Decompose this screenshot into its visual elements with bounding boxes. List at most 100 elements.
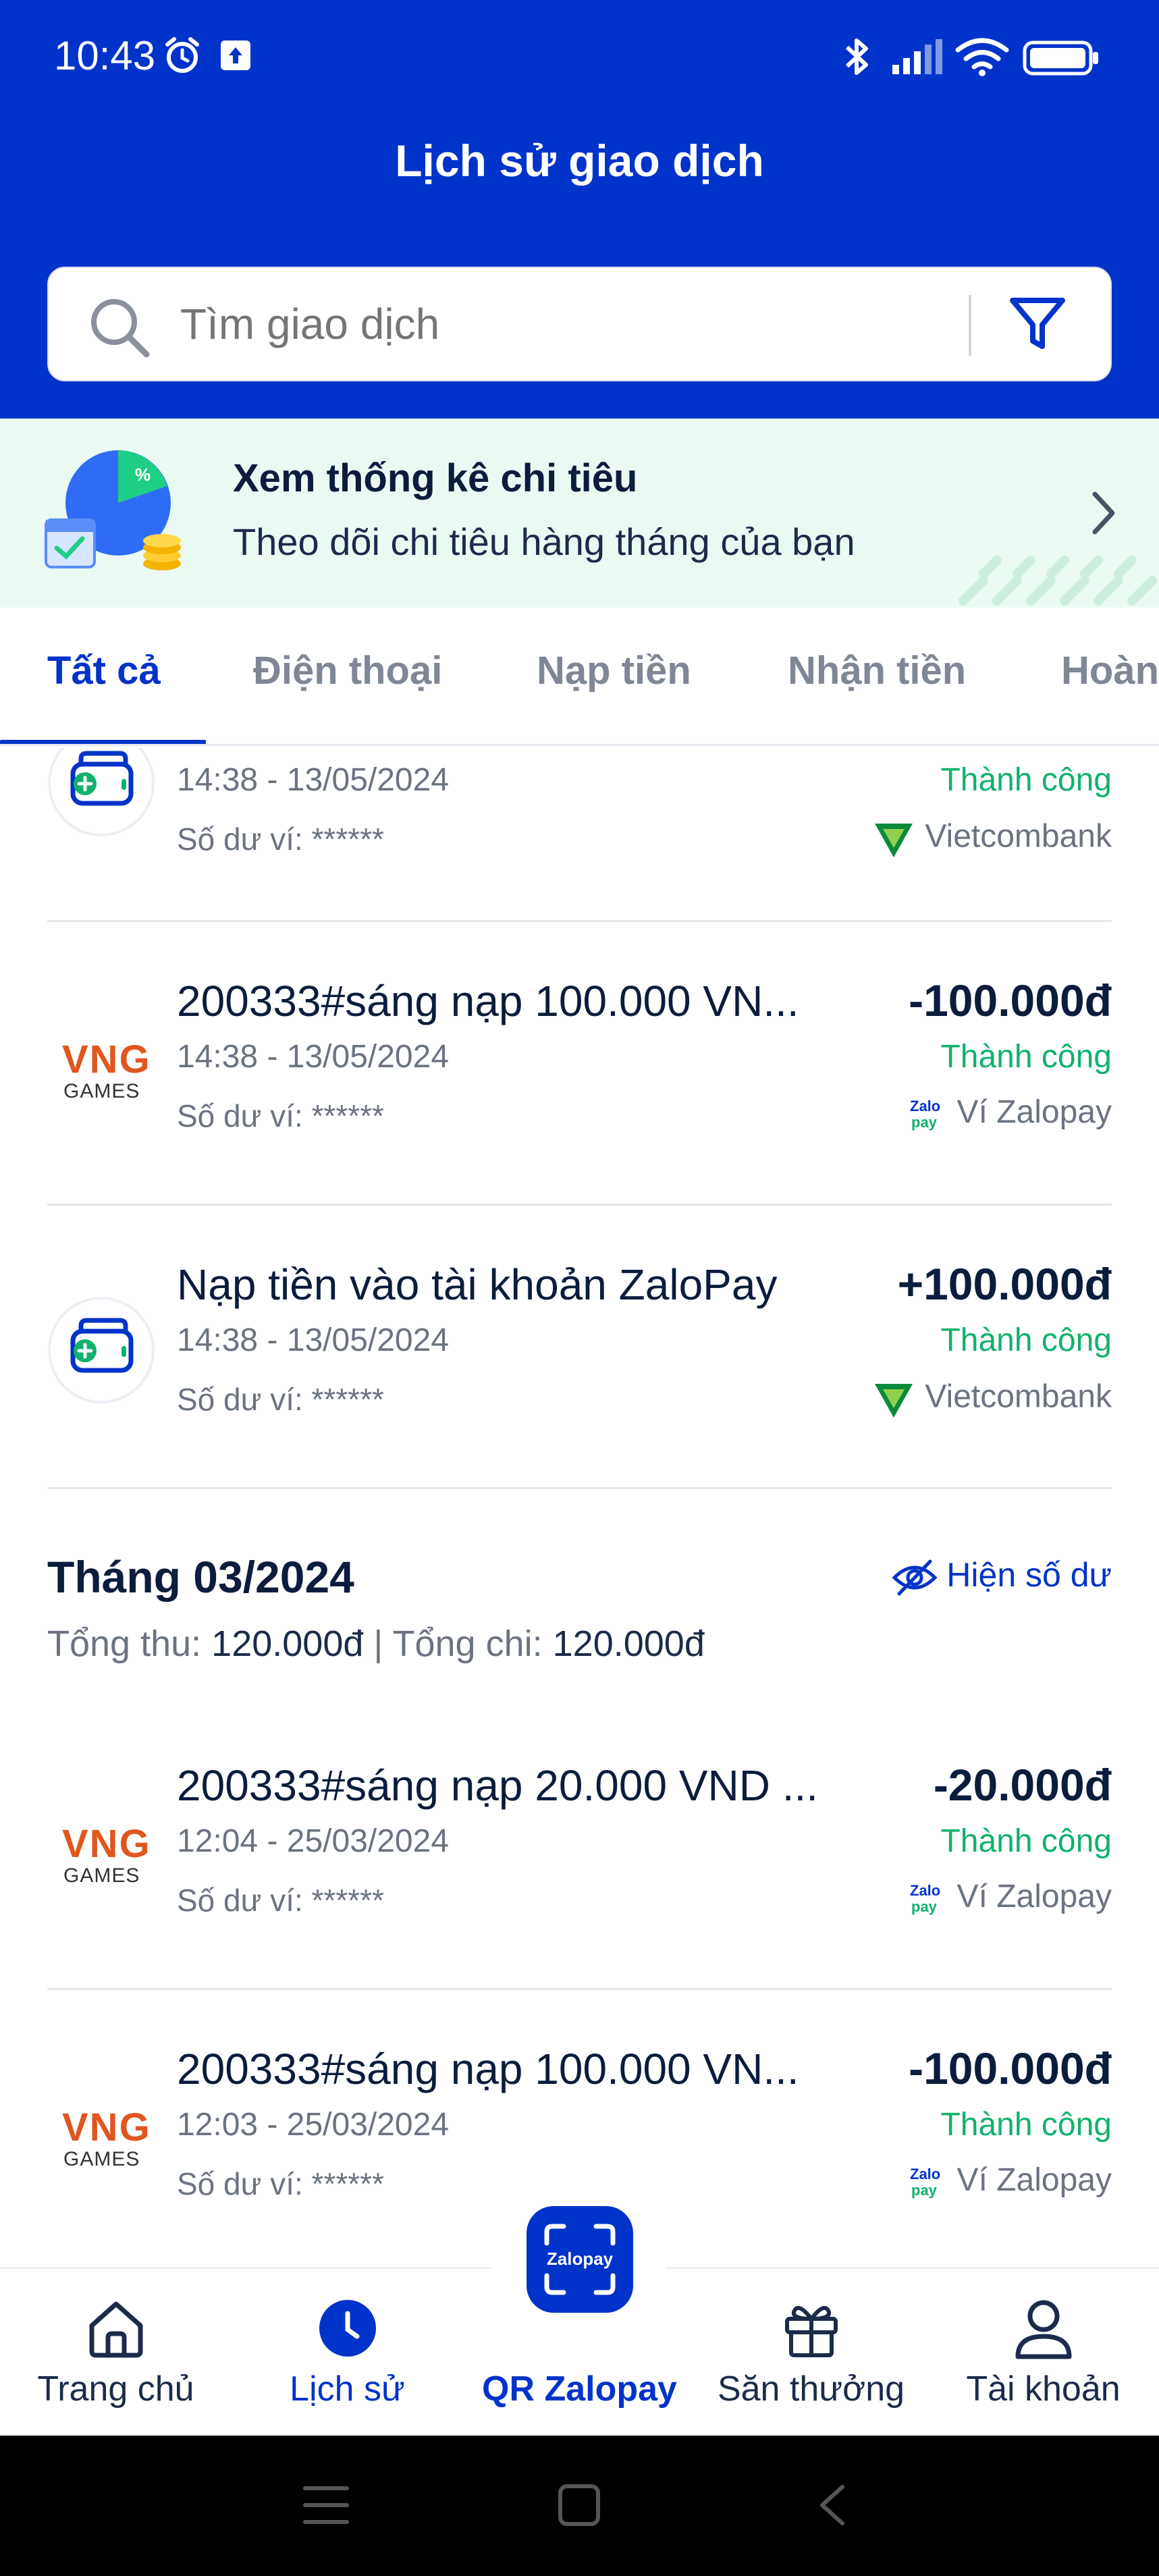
row-divider <box>47 920 1112 922</box>
menu-icon[interactable] <box>302 2483 350 2527</box>
payment-source-label: Ví Zalopay <box>956 1879 1112 1914</box>
zalopay-icon: Zalo pay <box>910 2166 940 2199</box>
chevron-right-icon[interactable] <box>1087 486 1121 540</box>
payment-source: Vietcombank <box>872 1377 1112 1420</box>
month-summary: Tổng thu: 120.000đ | Tổng chi: 120.000đ <box>47 1623 705 1665</box>
back-icon[interactable] <box>815 2483 849 2527</box>
nav-rewards[interactable]: Săn thưởng <box>695 2269 927 2438</box>
payment-source-label: Vietcombank <box>925 1378 1112 1415</box>
wifi-icon <box>955 38 1009 76</box>
wallet-topup-icon <box>48 1297 155 1403</box>
summary-separator: | <box>373 1624 383 1664</box>
qr-scan-icon: Zalopay <box>544 2224 616 2295</box>
row-divider <box>47 1204 1112 1206</box>
transaction-amount: -20.000đ <box>933 1760 1112 1810</box>
vietcombank-icon <box>875 1384 913 1418</box>
clock-icon <box>319 2300 376 2357</box>
header: 10:43 Lịch sử giao dịch Tìm giao dịch <box>0 0 1159 419</box>
vietcombank-icon <box>875 824 913 857</box>
filter-icon[interactable] <box>1007 294 1068 354</box>
transaction-title: Nạp tiền vào tài khoản ZaloPay <box>177 1260 778 1309</box>
home-square-icon[interactable] <box>557 2483 601 2527</box>
show-balance-label: Hiện số dư <box>946 1556 1112 1594</box>
search-icon <box>91 299 150 358</box>
chart-badge: % <box>135 464 151 485</box>
svg-text:pay: pay <box>911 2182 938 2199</box>
search-divider <box>969 295 971 356</box>
tab-refund[interactable]: Hoàn <box>1061 648 1159 693</box>
signal-icon <box>892 39 942 74</box>
home-icon <box>89 2301 142 2358</box>
transaction-title: 200333#sáng nạp 20.000 VND ... <box>177 1761 819 1810</box>
spending-stats-banner[interactable]: % Xem thống kê chi tiêu Theo dõi chi tiê… <box>0 419 1159 608</box>
transaction-time: 14:38 - 13/05/2024 <box>177 762 450 798</box>
qr-zalopay-button[interactable]: Zalopay <box>527 2206 633 2313</box>
row-divider <box>47 1988 1112 1990</box>
nav-history[interactable]: Lịch sử <box>232 2269 463 2438</box>
transaction-row[interactable]: VNG GAMES 200333#sáng nạp 100.000 VN... … <box>0 950 1159 1234</box>
tab-all[interactable]: Tất cả <box>47 648 161 693</box>
transaction-list: 14:38 - 13/05/2024 Thành công Số dư ví: … <box>0 748 1159 2267</box>
transaction-status: Thành công <box>940 1823 1112 1859</box>
zalopay-icon: Zalo pay <box>910 1882 940 1915</box>
payment-source-label: Vietcombank <box>925 818 1112 855</box>
banner-decoration <box>959 556 1157 606</box>
tab-receive[interactable]: Nhận tiền <box>788 648 966 693</box>
transaction-time: 14:38 - 13/05/2024 <box>177 1039 450 1075</box>
status-bar: 10:43 <box>0 0 1159 115</box>
system-navigation-bar <box>0 2436 1159 2576</box>
svg-text:Zalo: Zalo <box>910 1098 940 1115</box>
transaction-status: Thành công <box>940 1322 1112 1358</box>
transaction-title: 200333#sáng nạp 100.000 VN... <box>177 977 799 1025</box>
battery-icon <box>1023 41 1098 76</box>
payment-source: Zalo pay Ví Zalopay <box>907 2162 1112 2201</box>
vng-games-logo: VNG GAMES <box>62 2105 151 2170</box>
month-title: Tháng 03/2024 <box>47 1552 354 1602</box>
transaction-amount: +100.000đ <box>897 1259 1112 1309</box>
transaction-status: Thành công <box>940 762 1112 798</box>
banner-title: Xem thống kê chi tiêu <box>233 456 638 500</box>
alarm-icon <box>165 37 199 73</box>
transaction-title: 200333#sáng nạp 100.000 VN... <box>177 2045 799 2093</box>
nav-account[interactable]: Tài khoản <box>927 2269 1159 2438</box>
svg-text:Zalo: Zalo <box>910 2166 940 2182</box>
transaction-time: 14:38 - 13/05/2024 <box>177 1322 450 1358</box>
active-tab-indicator <box>0 740 206 744</box>
expense-label: Tổng chi: <box>392 1624 543 1664</box>
search-input[interactable] <box>180 268 956 380</box>
svg-text:Zalopay: Zalopay <box>547 2249 614 2269</box>
svg-text:Zalo: Zalo <box>910 1882 940 1899</box>
transaction-time: 12:03 - 25/03/2024 <box>177 2107 450 2143</box>
tab-phone[interactable]: Điện thoại <box>253 648 442 693</box>
bluetooth-icon <box>845 38 868 75</box>
transaction-time: 12:04 - 25/03/2024 <box>177 1823 450 1859</box>
user-icon <box>1015 2300 1071 2359</box>
payment-source-label: Ví Zalopay <box>956 1094 1112 1130</box>
nav-home[interactable]: Trang chủ <box>0 2269 232 2438</box>
wallet-balance: Số dư ví: ****** <box>177 822 384 857</box>
transaction-status: Thành công <box>940 2107 1112 2143</box>
payment-source: Zalo pay Ví Zalopay <box>907 1094 1112 1133</box>
vng-games-logo: VNG GAMES <box>62 1038 151 1102</box>
income-value: 120.000đ <box>211 1624 364 1664</box>
nav-rewards-label: Săn thưởng <box>717 2369 905 2409</box>
transaction-row[interactable]: Nạp tiền vào tài khoản ZaloPay +100.000đ… <box>0 1234 1159 1518</box>
tab-topup[interactable]: Nạp tiền <box>537 648 691 693</box>
category-tabs: Tất cả Điện thoại Nạp tiền Nhận tiền Hoà… <box>0 608 1159 746</box>
vng-games-logo: VNG GAMES <box>62 1822 151 1887</box>
row-divider <box>47 1487 1112 1489</box>
payment-source: Zalo pay Ví Zalopay <box>907 1878 1112 1917</box>
search-bar[interactable] <box>47 267 1112 381</box>
transaction-amount: -100.000đ <box>909 975 1112 1025</box>
banner-subtitle: Theo dõi chi tiêu hàng tháng của bạn <box>233 520 855 563</box>
payment-source-label: Ví Zalopay <box>956 2162 1112 2198</box>
wallet-topup-icon <box>48 748 155 836</box>
transaction-status: Thành công <box>940 1039 1112 1075</box>
status-time: 10:43 <box>54 33 156 78</box>
nav-account-label: Tài khoản <box>966 2369 1121 2409</box>
transaction-row[interactable]: VNG GAMES 200333#sáng nạp 20.000 VND ...… <box>0 1735 1159 2018</box>
page-title: Lịch sử giao dịch <box>395 136 764 186</box>
show-balance-toggle[interactable]: Hiện số dư <box>891 1555 1112 1598</box>
gift-icon <box>784 2305 838 2357</box>
income-label: Tổng thu: <box>47 1624 202 1664</box>
